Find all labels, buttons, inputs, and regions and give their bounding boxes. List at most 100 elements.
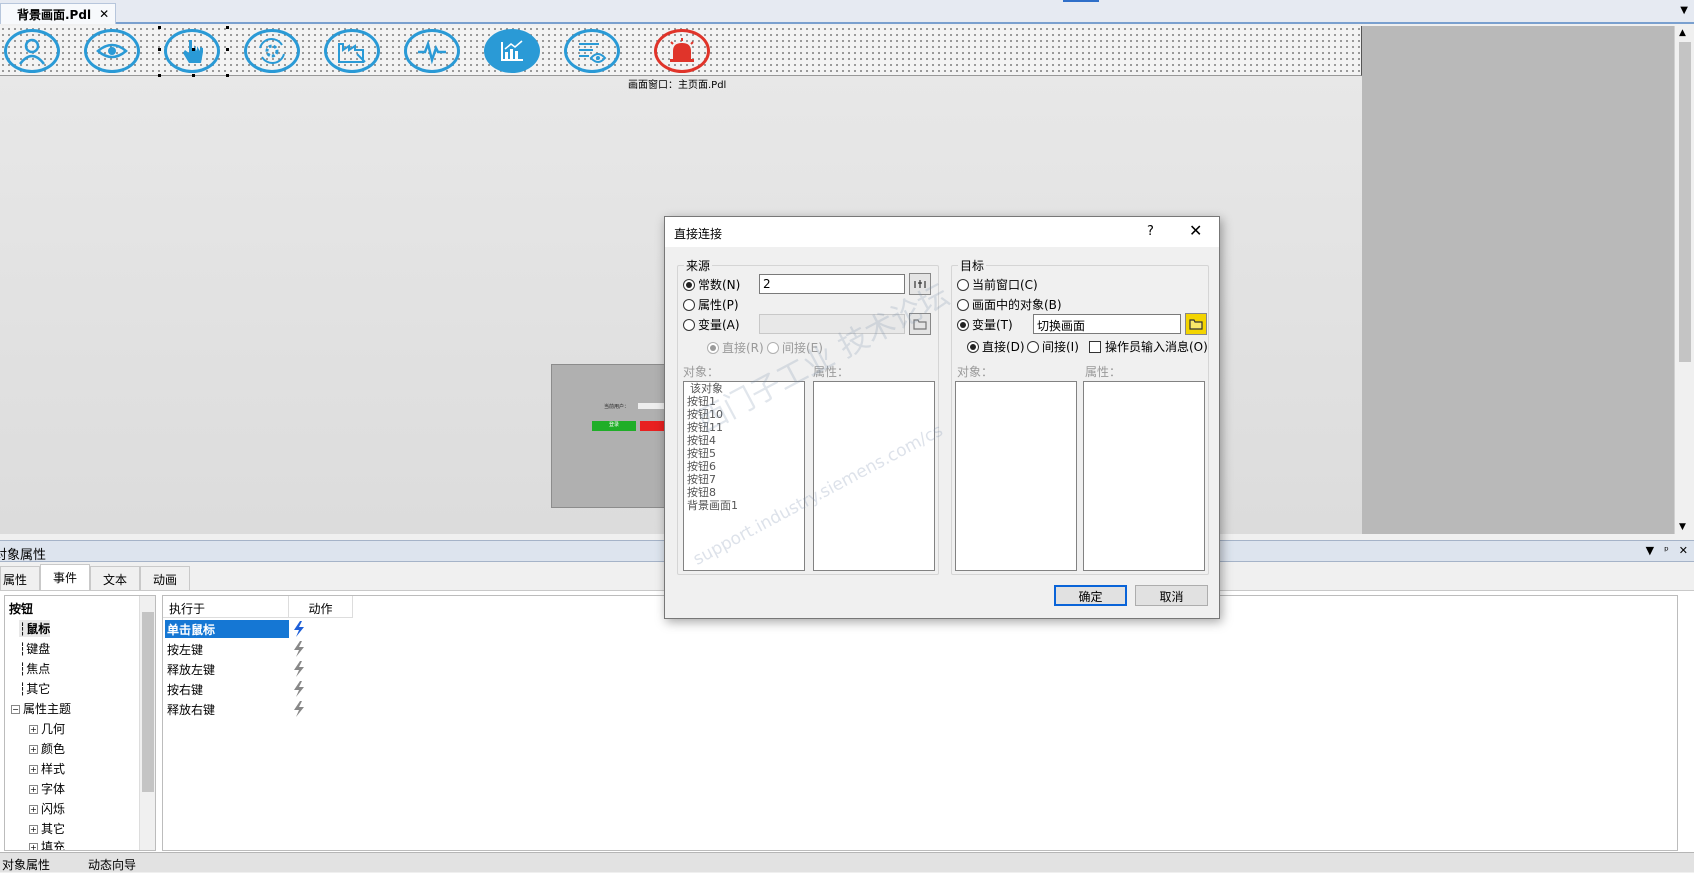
action-lightning-icon[interactable] <box>291 700 307 718</box>
scrollbar-thumb[interactable] <box>142 612 154 792</box>
tab-properties[interactable]: 属性 <box>0 566 41 590</box>
pulse-icon[interactable] <box>404 29 460 73</box>
tree-item-misc[interactable]: + 其它 <box>29 820 65 837</box>
action-lightning-icon[interactable] <box>291 680 307 698</box>
list-item[interactable]: 按钮1 <box>684 395 804 408</box>
expand-icon[interactable]: + <box>29 825 38 834</box>
target-variable-radio[interactable]: 变量(T) <box>957 316 1013 333</box>
tab-animation[interactable]: 动画 <box>140 566 191 590</box>
list-item[interactable]: 按钮4 <box>684 434 804 447</box>
action-lightning-icon-active[interactable] <box>291 620 307 638</box>
tree-item-font[interactable]: + 字体 <box>29 780 65 797</box>
collapse-icon[interactable]: − <box>11 705 20 714</box>
scroll-up-icon[interactable]: ▲ <box>1679 28 1686 38</box>
pin-icon[interactable]: ᵖ <box>1664 544 1669 557</box>
source-direct-radio[interactable]: 直接(R) <box>707 339 764 356</box>
target-variable-browse-button[interactable] <box>1185 313 1207 335</box>
tree-item-style[interactable]: + 样式 <box>29 760 65 777</box>
source-variable-input[interactable] <box>759 314 905 334</box>
gear-cycle-icon[interactable] <box>244 29 300 73</box>
list-item[interactable]: 按钮7 <box>684 473 804 486</box>
target-property-list[interactable] <box>1083 381 1205 571</box>
list-item[interactable]: 该对象 <box>684 382 804 395</box>
expand-icon[interactable]: + <box>29 765 38 774</box>
tab-dynamic-wizard[interactable]: 动态向导 <box>88 856 136 873</box>
source-variable-browse-button[interactable] <box>909 313 931 335</box>
list-item[interactable]: 按钮11 <box>684 421 804 434</box>
constant-value-input[interactable]: 2 <box>759 274 905 294</box>
source-object-list[interactable]: 该对象 按钮1 按钮10 按钮11 按钮4 按钮5 按钮6 按钮7 按钮8 背景… <box>683 381 805 571</box>
panel-dropdown-icon[interactable]: ▼ <box>1646 544 1654 557</box>
event-row-mouse-click[interactable]: 单击鼠标 <box>165 620 289 638</box>
action-lightning-icon[interactable] <box>291 660 307 678</box>
chart-icon[interactable] <box>484 29 540 73</box>
tab-text[interactable]: 文本 <box>90 566 141 590</box>
event-row-press-right[interactable]: 按右键 <box>165 680 289 698</box>
source-property-list[interactable] <box>813 381 935 571</box>
tree-item-color[interactable]: + 颜色 <box>29 740 65 757</box>
tag-select-icon <box>914 280 926 288</box>
tree-item-other[interactable]: ┆其它 <box>19 680 50 697</box>
close-icon[interactable]: ✕ <box>1189 221 1202 240</box>
event-row-release-right[interactable]: 释放右键 <box>165 700 289 718</box>
tab-object-properties[interactable]: 对象属性 <box>2 856 50 873</box>
tab-events[interactable]: 事件 <box>40 564 91 590</box>
expand-icon[interactable]: + <box>29 745 38 754</box>
target-object-in-picture-radio[interactable]: 画面中的对象(B) <box>957 296 1062 313</box>
expand-icon[interactable]: + <box>29 843 38 850</box>
factory-icon[interactable] <box>324 29 380 73</box>
radio-icon <box>1027 340 1039 353</box>
eye-icon[interactable] <box>84 29 140 73</box>
target-indirect-radio[interactable]: 间接(I) <box>1027 338 1079 355</box>
column-header-action[interactable]: 动作 <box>289 596 353 618</box>
tab-menu-icon[interactable]: ▼ <box>1680 5 1688 16</box>
tree-item-focus[interactable]: ┆焦点 <box>19 660 50 677</box>
tree-item-keyboard[interactable]: ┆键盘 <box>19 640 50 657</box>
document-tab[interactable]: 背景画面.Pdl ✕ <box>0 3 117 24</box>
tree-item-flash[interactable]: + 闪烁 <box>29 800 65 817</box>
tree-item-property-topics[interactable]: − 属性主题 <box>11 700 71 717</box>
source-indirect-radio[interactable]: 间接(E) <box>767 339 823 356</box>
cancel-button[interactable]: 取消 <box>1135 585 1208 606</box>
radio-label: 间接(E) <box>782 341 823 355</box>
list-item[interactable]: 按钮5 <box>684 447 804 460</box>
close-icon[interactable]: ✕ <box>1679 544 1688 557</box>
target-direct-radio[interactable]: 直接(D) <box>967 338 1025 355</box>
hand-pointer-icon[interactable] <box>164 29 220 73</box>
action-lightning-icon[interactable] <box>291 640 307 658</box>
alarm-bell-icon[interactable] <box>654 29 710 73</box>
list-item[interactable]: 按钮8 <box>684 486 804 499</box>
tree-item-fill[interactable]: + 填充 <box>29 838 65 850</box>
tree-item-mouse[interactable]: ┆鼠标 <box>19 620 51 637</box>
expand-icon[interactable]: + <box>29 785 38 794</box>
checkbox-icon <box>1089 340 1101 353</box>
settings-eye-icon[interactable] <box>564 29 620 73</box>
source-property-radio[interactable]: 属性(P) <box>683 296 739 313</box>
operator-input-message-checkbox[interactable]: 操作员输入消息(O) <box>1089 338 1208 355</box>
target-variable-input[interactable]: 切换画面 <box>1033 314 1181 334</box>
constant-browse-button[interactable] <box>909 273 931 295</box>
close-icon[interactable]: ✕ <box>99 7 109 21</box>
event-row-press-left[interactable]: 按左键 <box>165 640 289 658</box>
source-variable-radio[interactable]: 变量(A) <box>683 316 740 333</box>
tree-root[interactable]: 按钮 <box>9 600 33 617</box>
ok-button[interactable]: 确定 <box>1054 585 1127 606</box>
target-object-list[interactable] <box>955 381 1077 571</box>
scrollbar-thumb[interactable] <box>1679 42 1691 362</box>
source-constant-radio[interactable]: 常数(N) <box>683 276 740 293</box>
list-item[interactable]: 按钮10 <box>684 408 804 421</box>
tree-scrollbar[interactable] <box>139 596 155 850</box>
canvas-vertical-scrollbar[interactable]: ▲ ▼ <box>1674 26 1694 534</box>
tree-item-geometry[interactable]: + 几何 <box>29 720 65 737</box>
user-icon[interactable] <box>4 29 60 73</box>
expand-icon[interactable]: + <box>29 805 38 814</box>
column-header-trigger[interactable]: 执行于 <box>163 596 289 618</box>
expand-icon[interactable]: + <box>29 725 38 734</box>
folder-icon <box>1189 319 1203 330</box>
scroll-down-icon[interactable]: ▼ <box>1679 522 1686 532</box>
list-item[interactable]: 按钮6 <box>684 460 804 473</box>
target-current-window-radio[interactable]: 当前窗口(C) <box>957 276 1038 293</box>
event-row-release-left[interactable]: 释放左键 <box>165 660 289 678</box>
list-item[interactable]: 背景画面1 <box>684 499 804 512</box>
help-icon[interactable]: ? <box>1147 224 1154 239</box>
